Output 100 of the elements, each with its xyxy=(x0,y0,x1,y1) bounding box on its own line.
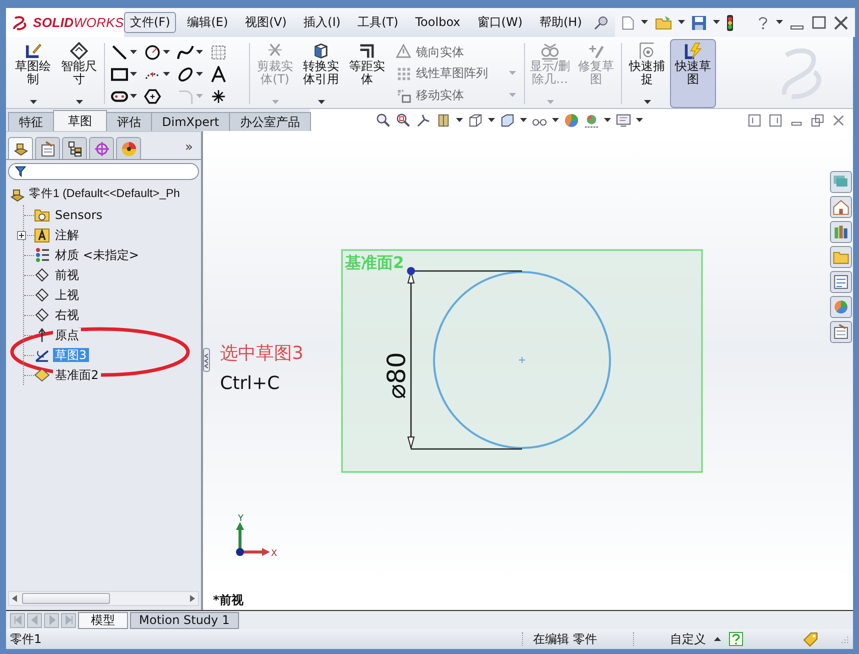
zoom-to-fit-icon[interactable] xyxy=(376,112,392,128)
tree-item[interactable]: 上视 xyxy=(53,288,81,302)
property-sheet-icon[interactable] xyxy=(830,321,852,343)
dot-grid-icon[interactable] xyxy=(396,66,411,81)
spline-icon[interactable] xyxy=(177,44,194,60)
close-icon[interactable] xyxy=(832,114,845,126)
panel-tab[interactable] xyxy=(116,137,141,159)
tree-item[interactable]: 基准面2 xyxy=(53,368,101,382)
caret-icon[interactable] xyxy=(130,94,137,98)
move-icon[interactable] xyxy=(396,88,411,103)
section-view-icon[interactable] xyxy=(436,112,452,128)
caret-icon[interactable] xyxy=(640,20,648,25)
command-tab[interactable]: 评估 xyxy=(106,112,152,131)
list-icon[interactable] xyxy=(830,271,852,293)
horizontal-scrollbar[interactable] xyxy=(8,591,199,606)
caret-icon[interactable] xyxy=(644,100,650,105)
pin-icon[interactable] xyxy=(592,14,609,30)
menu-item[interactable]: Toolbox xyxy=(409,12,466,33)
bottom-tab[interactable]: Motion Study 1 xyxy=(130,612,239,628)
command-tab[interactable]: 特征 xyxy=(8,112,54,131)
text-icon[interactable] xyxy=(210,66,227,82)
maximize-icon[interactable] xyxy=(810,14,827,30)
menu-item[interactable]: 窗口(W) xyxy=(471,12,528,33)
panel-tab[interactable] xyxy=(62,137,87,159)
line-icon[interactable] xyxy=(111,44,128,60)
overflow-chevron[interactable]: » xyxy=(179,140,199,159)
view-orientation-icon[interactable] xyxy=(468,112,484,128)
menu-item[interactable]: 工具(T) xyxy=(352,12,404,33)
menu-item[interactable]: 视图(V) xyxy=(239,12,293,33)
menu-item[interactable]: 插入(I) xyxy=(298,12,347,33)
caret-icon[interactable] xyxy=(520,118,528,122)
color-ball-icon[interactable] xyxy=(564,112,580,128)
folder-icon[interactable] xyxy=(830,246,852,268)
scroll-right-icon[interactable] xyxy=(190,595,195,602)
menu-item[interactable]: 编辑(E) xyxy=(181,12,234,33)
dimension-line[interactable] xyxy=(407,270,523,450)
caret-icon[interactable] xyxy=(130,50,137,54)
tree-item[interactable]: Sensors xyxy=(53,208,104,222)
command-button[interactable]: 快速草图 xyxy=(670,39,716,108)
restore-icon[interactable] xyxy=(811,114,824,126)
traffic-light-icon[interactable] xyxy=(726,14,734,30)
circle-icon[interactable] xyxy=(144,44,161,60)
bottom-tab[interactable]: 模型 xyxy=(78,612,128,628)
caret-icon[interactable] xyxy=(712,20,720,25)
caret-icon[interactable] xyxy=(196,72,203,76)
dimension-text[interactable]: ⌀80 xyxy=(382,352,411,399)
caret-icon[interactable] xyxy=(456,118,464,122)
caret-icon[interactable] xyxy=(714,636,721,642)
command-button[interactable]: 智能尺寸 xyxy=(56,39,102,108)
tree-item[interactable]: 前视 xyxy=(53,268,81,282)
polygon-icon[interactable] xyxy=(144,88,161,104)
tile-left-icon[interactable] xyxy=(748,114,761,126)
panel-collapse-handle[interactable] xyxy=(203,348,210,372)
command-tab[interactable]: DimXpert xyxy=(151,112,230,131)
caret-icon[interactable] xyxy=(488,118,496,122)
tag-icon[interactable] xyxy=(801,631,819,647)
tile-right-icon[interactable] xyxy=(769,114,782,126)
caret-icon[interactable] xyxy=(130,72,137,76)
caret-icon[interactable] xyxy=(163,72,170,76)
new-document-icon[interactable] xyxy=(620,14,635,30)
command-button[interactable]: 等距实体 xyxy=(344,39,390,108)
menu-item[interactable]: 文件(F) xyxy=(124,12,176,33)
command-button[interactable]: 草图绘制 xyxy=(10,39,56,108)
monitor-icon[interactable] xyxy=(616,112,632,128)
folder-icon[interactable] xyxy=(654,14,672,30)
tree-item[interactable]: 零件1 (Default<<Default>_Ph xyxy=(29,188,180,202)
panel-tab[interactable] xyxy=(35,137,60,159)
point-icon[interactable] xyxy=(210,88,227,104)
menu-item[interactable]: 帮助(H) xyxy=(534,12,588,33)
caret-icon[interactable] xyxy=(552,118,560,122)
caret-icon[interactable] xyxy=(776,20,783,25)
resize-grip-icon[interactable] xyxy=(839,634,849,644)
tree-item[interactable]: 原点 xyxy=(53,328,81,342)
caret-icon[interactable] xyxy=(678,20,685,25)
caret-icon[interactable] xyxy=(318,100,324,105)
scroll-left-icon[interactable] xyxy=(12,595,17,602)
close-icon[interactable] xyxy=(832,14,849,30)
help-icon[interactable] xyxy=(729,632,743,646)
caret-icon[interactable] xyxy=(30,100,36,105)
scene-icon[interactable] xyxy=(584,112,600,128)
scrollbar-thumb[interactable] xyxy=(22,593,110,604)
tree-item[interactable]: 右视 xyxy=(53,308,81,322)
grid-icon[interactable] xyxy=(210,44,227,60)
filter-field[interactable] xyxy=(8,163,199,180)
rectangle-icon[interactable] xyxy=(111,66,128,82)
units-dropdown[interactable]: 自定义 xyxy=(670,632,706,646)
tree-item[interactable]: 注解 xyxy=(53,228,81,242)
tree-item[interactable]: 材质 <未指定> xyxy=(53,248,141,262)
panel-tab[interactable] xyxy=(8,137,33,159)
display-style-icon[interactable] xyxy=(500,112,516,128)
sketch-point[interactable] xyxy=(407,267,415,275)
caret-icon[interactable] xyxy=(636,118,644,122)
home-icon[interactable] xyxy=(830,196,852,218)
zoom-area-icon[interactable] xyxy=(396,112,412,128)
command-button[interactable]: 快速捕捉 xyxy=(624,39,670,108)
warning-triangle-icon[interactable] xyxy=(396,44,411,60)
command-button[interactable]: 转换实体引用 xyxy=(298,39,344,108)
caret-icon[interactable] xyxy=(163,50,170,54)
ellipse-icon[interactable] xyxy=(177,66,194,82)
caret-icon[interactable] xyxy=(196,50,203,54)
